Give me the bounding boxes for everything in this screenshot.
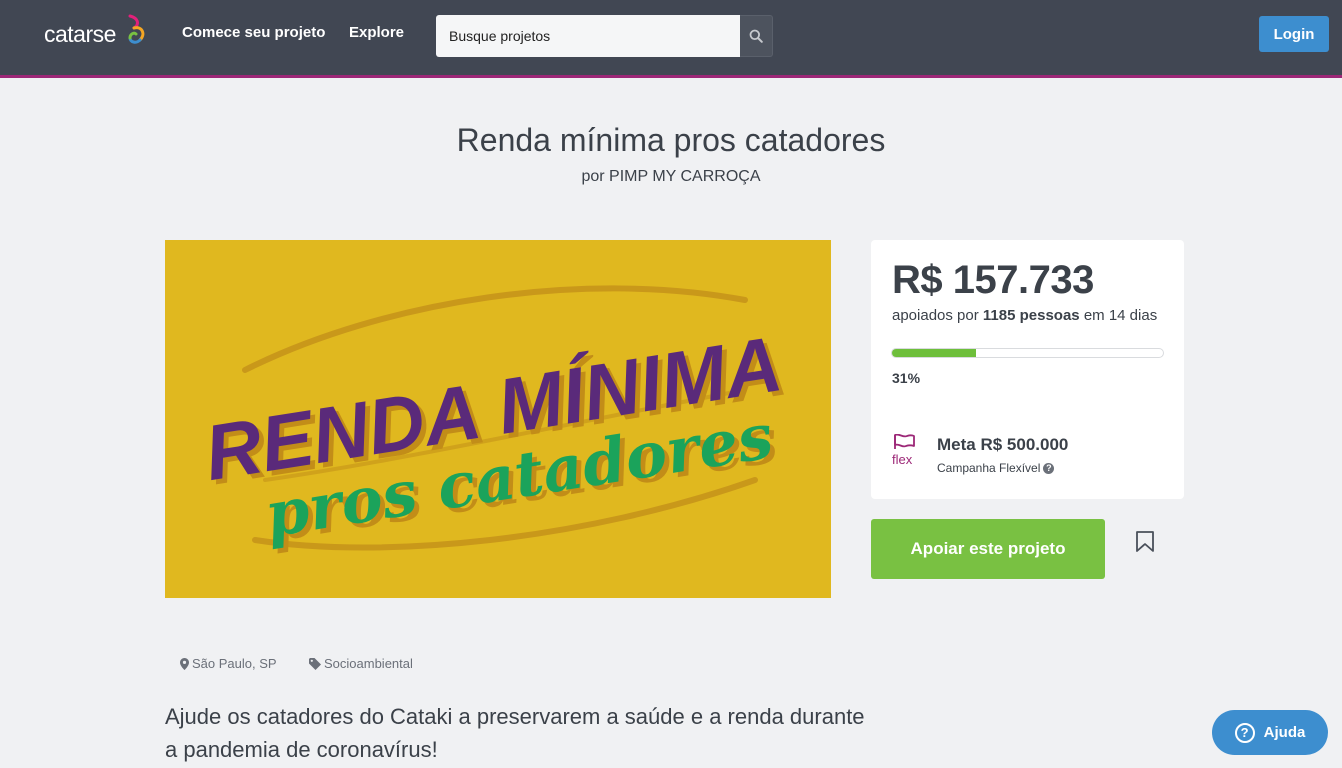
backed-prefix: apoiados por [892, 307, 979, 324]
backed-suffix: em 14 dias [1083, 307, 1158, 324]
help-circle-icon: ? [1234, 722, 1255, 743]
project-headline: Ajude os catadores do Cataki a preservar… [165, 704, 865, 762]
logo[interactable]: catarse [44, 14, 145, 54]
funding-stats-card: R$ 157.733 apoiados por 1185 pessoas em … [871, 240, 1184, 499]
campaign-type: Campanha Flexível ? [937, 461, 1055, 475]
flex-label: flex [892, 452, 913, 467]
funding-goal: Meta R$ 500.000 [937, 435, 1069, 454]
help-widget-label: Ajuda [1263, 724, 1306, 741]
location-label: São Paulo, SP [192, 656, 277, 671]
tag-icon [309, 657, 321, 670]
logo-text: catarse [44, 21, 116, 47]
location-tag[interactable]: São Paulo, SP [180, 656, 277, 671]
search-bar [436, 15, 773, 57]
flex-badge: flex [892, 434, 920, 468]
search-icon [749, 29, 763, 43]
campaign-type-label: Campanha Flexível [937, 461, 1041, 475]
category-tag[interactable]: Socioambiental [309, 656, 413, 671]
search-button[interactable] [740, 15, 773, 57]
help-icon[interactable]: ? [1043, 462, 1055, 474]
project-cover-image[interactable]: RENDA MÍNIMA RENDA MÍNIMA pros catadores… [165, 240, 831, 598]
map-pin-icon [180, 657, 189, 670]
percent-funded: 31% [892, 370, 921, 386]
login-button[interactable]: Login [1259, 16, 1329, 52]
amount-raised: R$ 157.733 [892, 258, 1094, 302]
search-input[interactable] [436, 15, 740, 57]
nav-explore[interactable]: Explore [349, 24, 404, 41]
backers-summary: apoiados por 1185 pessoas em 14 dias [892, 307, 1157, 324]
project-title: Renda mínima pros catadores [456, 122, 886, 158]
backers-count: 1185 pessoas [982, 307, 1080, 324]
site-header: catarse Comece seu projeto Explore Login [0, 0, 1342, 78]
bookmark-icon[interactable] [1135, 531, 1155, 553]
flex-flag-icon [894, 434, 915, 449]
back-project-button[interactable]: Apoiar este projeto [871, 519, 1105, 579]
logo-mark-icon [128, 14, 145, 44]
help-widget-button[interactable]: ? Ajuda [1212, 710, 1328, 755]
funding-progress-bar [891, 348, 1164, 358]
project-byline: por PIMP MY CARROÇA [581, 168, 761, 185]
cover-artwork: RENDA MÍNIMA RENDA MÍNIMA pros catadores… [199, 285, 792, 556]
category-label: Socioambiental [324, 656, 413, 671]
progress-fill [892, 349, 976, 357]
nav-start-project[interactable]: Comece seu projeto [182, 24, 325, 41]
